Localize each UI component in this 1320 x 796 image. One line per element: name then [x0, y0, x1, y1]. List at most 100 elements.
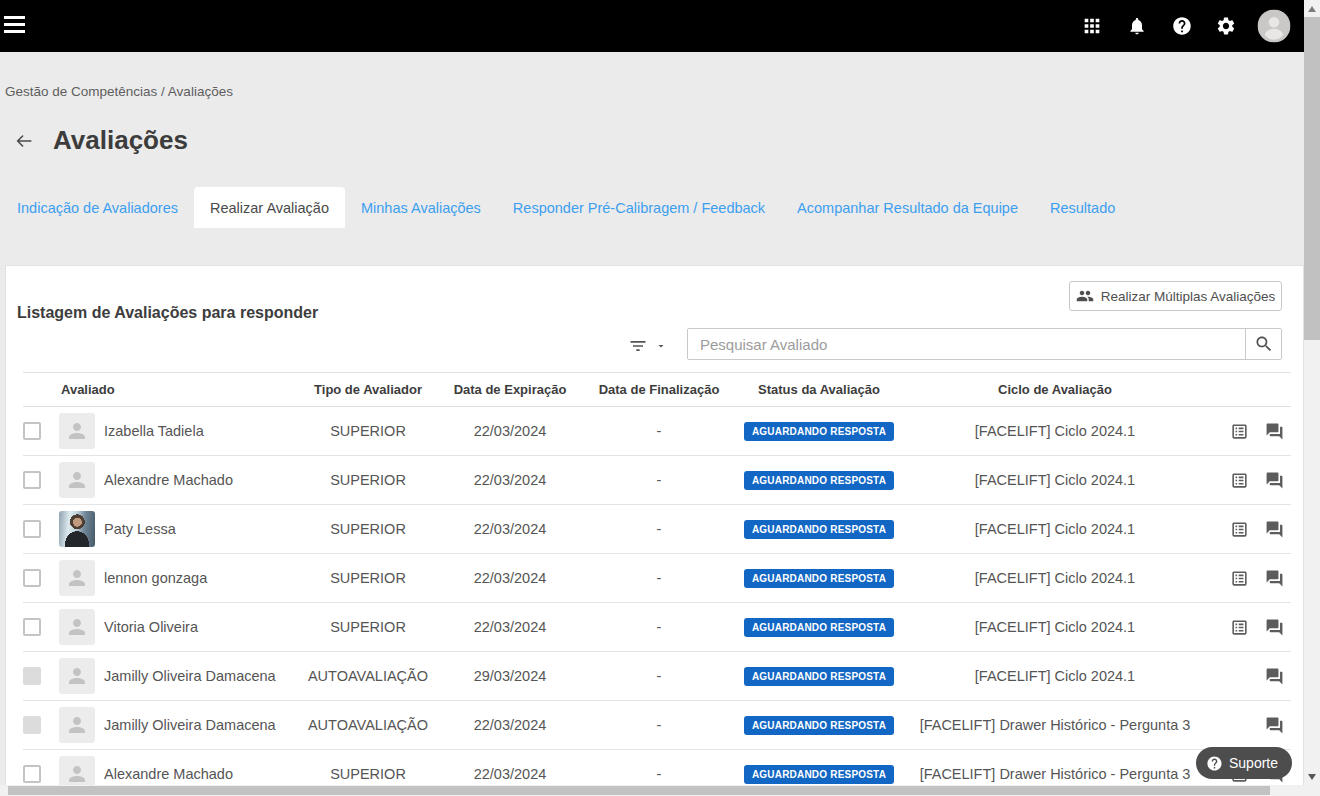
user-avatar[interactable]	[1258, 10, 1291, 43]
data-expiracao: 22/03/2024	[443, 766, 577, 782]
breadcrumb-current: Avaliações	[168, 84, 233, 99]
avaliado-name: Izabella Tadiela	[104, 423, 204, 439]
table-row: Alexandre MachadoSUPERIOR22/03/2024-AGUA…	[23, 456, 1291, 505]
data-expiracao: 22/03/2024	[443, 619, 577, 635]
search-box	[687, 328, 1282, 360]
table-row: Vitoria OliveiraSUPERIOR22/03/2024-AGUAR…	[23, 603, 1291, 652]
table-row: Jamilly Oliveira DamacenaAUTOAVALIAÇÃO22…	[23, 701, 1291, 750]
table-header-row: Avaliado Tipo de Avaliador Data de Expir…	[23, 372, 1291, 407]
avatar-placeholder	[59, 658, 95, 694]
tab-3[interactable]: Responder Pré-Calibragem / Feedback	[497, 187, 781, 228]
scroll-up-arrow[interactable]	[1308, 6, 1316, 12]
chat-icon[interactable]	[1265, 667, 1284, 686]
tipo-avaliador: SUPERIOR	[293, 521, 443, 537]
top-app-bar	[0, 0, 1304, 52]
panel-title: Listagem de Avaliações para responder	[17, 304, 318, 322]
data-finalizacao: -	[577, 668, 741, 684]
chat-icon[interactable]	[1265, 471, 1284, 490]
table-row: Paty LessaSUPERIOR22/03/2024-AGUARDANDO …	[23, 505, 1291, 554]
table-row: lennon gonzagaSUPERIOR22/03/2024-AGUARDA…	[23, 554, 1291, 603]
evaluation-form-icon[interactable]	[1230, 471, 1249, 490]
support-button[interactable]: Suporte	[1196, 747, 1292, 779]
tab-bar: Indicação de AvaliadoresRealizar Avaliaç…	[1, 187, 1131, 228]
vertical-scrollbar-thumb[interactable]	[1304, 17, 1320, 340]
ciclo-avaliacao: [FACELIFT] Ciclo 2024.1	[897, 423, 1213, 439]
horizontal-scrollbar[interactable]	[0, 785, 1304, 796]
apps-grid-icon[interactable]	[1081, 15, 1103, 37]
row-checkbox[interactable]	[23, 520, 41, 538]
notifications-bell-icon[interactable]	[1127, 16, 1147, 36]
filter-control[interactable]	[628, 336, 667, 356]
table-row: Jamilly Oliveira DamacenaAUTOAVALIAÇÃO29…	[23, 652, 1291, 701]
row-checkbox	[23, 716, 41, 734]
help-icon[interactable]	[1172, 16, 1193, 37]
data-expiracao: 29/03/2024	[443, 668, 577, 684]
tab-0[interactable]: Indicação de Avaliadores	[1, 187, 194, 228]
search-input[interactable]	[688, 329, 1245, 359]
chat-icon[interactable]	[1265, 618, 1284, 637]
status-badge: AGUARDANDO RESPOSTA	[744, 569, 894, 588]
chat-icon[interactable]	[1265, 716, 1284, 735]
data-finalizacao: -	[577, 619, 741, 635]
tipo-avaliador: AUTOAVALIAÇÃO	[293, 717, 443, 733]
horizontal-scrollbar-thumb[interactable]	[8, 786, 1270, 795]
row-checkbox[interactable]	[23, 569, 41, 587]
data-expiracao: 22/03/2024	[443, 472, 577, 488]
avatar-photo	[59, 511, 95, 547]
col-header-avaliado: Avaliado	[59, 382, 293, 397]
tab-5[interactable]: Resultado	[1034, 187, 1131, 228]
evaluation-form-icon[interactable]	[1230, 422, 1249, 441]
ciclo-avaliacao: [FACELIFT] Ciclo 2024.1	[897, 472, 1213, 488]
ciclo-avaliacao: [FACELIFT] Ciclo 2024.1	[897, 570, 1213, 586]
evaluation-form-icon[interactable]	[1230, 618, 1249, 637]
tab-4[interactable]: Acompanhar Resultado da Equipe	[781, 187, 1034, 228]
evaluations-table: Avaliado Tipo de Avaliador Data de Expir…	[23, 372, 1291, 796]
chat-icon[interactable]	[1265, 520, 1284, 539]
row-checkbox[interactable]	[23, 618, 41, 636]
search-button[interactable]	[1245, 329, 1281, 359]
tipo-avaliador: AUTOAVALIAÇÃO	[293, 668, 443, 684]
avaliado-name: Alexandre Machado	[104, 766, 233, 782]
tab-2[interactable]: Minhas Avaliações	[345, 187, 497, 228]
data-finalizacao: -	[577, 472, 741, 488]
avaliado-name: lennon gonzaga	[104, 570, 207, 586]
chevron-down-icon	[655, 340, 667, 352]
row-checkbox[interactable]	[23, 765, 41, 783]
breadcrumb: Gestão de Competências / Avaliações	[5, 84, 233, 99]
evaluation-form-icon[interactable]	[1230, 569, 1249, 588]
breadcrumb-parent[interactable]: Gestão de Competências	[5, 84, 157, 99]
tipo-avaliador: SUPERIOR	[293, 472, 443, 488]
evaluation-form-icon[interactable]	[1230, 520, 1249, 539]
status-badge: AGUARDANDO RESPOSTA	[744, 716, 894, 735]
tipo-avaliador: SUPERIOR	[293, 766, 443, 782]
chat-icon[interactable]	[1265, 422, 1284, 441]
ciclo-avaliacao: [FACELIFT] Ciclo 2024.1	[897, 668, 1213, 684]
vertical-scrollbar[interactable]	[1304, 0, 1320, 796]
avatar-placeholder	[59, 462, 95, 498]
col-header-tipo: Tipo de Avaliador	[293, 382, 443, 397]
row-checkbox[interactable]	[23, 422, 41, 440]
filter-list-icon	[628, 336, 648, 356]
col-header-expiracao: Data de Expiração	[443, 382, 577, 397]
data-expiracao: 22/03/2024	[443, 570, 577, 586]
data-finalizacao: -	[577, 717, 741, 733]
ciclo-avaliacao: [FACELIFT] Drawer Histórico - Pergunta 3	[897, 766, 1213, 782]
menu-icon[interactable]	[4, 16, 25, 35]
data-expiracao: 22/03/2024	[443, 423, 577, 439]
tipo-avaliador: SUPERIOR	[293, 570, 443, 586]
avaliado-name: Paty Lessa	[104, 521, 176, 537]
data-expiracao: 22/03/2024	[443, 521, 577, 537]
ciclo-avaliacao: [FACELIFT] Drawer Histórico - Pergunta 3	[897, 717, 1213, 733]
content-card: Listagem de Avaliações para responder Re…	[5, 265, 1304, 785]
multiple-evaluations-button[interactable]: Realizar Múltiplas Avaliações	[1069, 281, 1282, 311]
scroll-down-arrow[interactable]	[1308, 774, 1316, 780]
ciclo-avaliacao: [FACELIFT] Ciclo 2024.1	[897, 619, 1213, 635]
row-checkbox[interactable]	[23, 471, 41, 489]
chat-icon[interactable]	[1265, 569, 1284, 588]
settings-gear-icon[interactable]	[1216, 16, 1237, 37]
ciclo-avaliacao: [FACELIFT] Ciclo 2024.1	[897, 521, 1213, 537]
row-checkbox	[23, 667, 41, 685]
tab-1[interactable]: Realizar Avaliação	[194, 187, 345, 228]
data-expiracao: 22/03/2024	[443, 717, 577, 733]
back-arrow-icon[interactable]	[13, 130, 35, 156]
